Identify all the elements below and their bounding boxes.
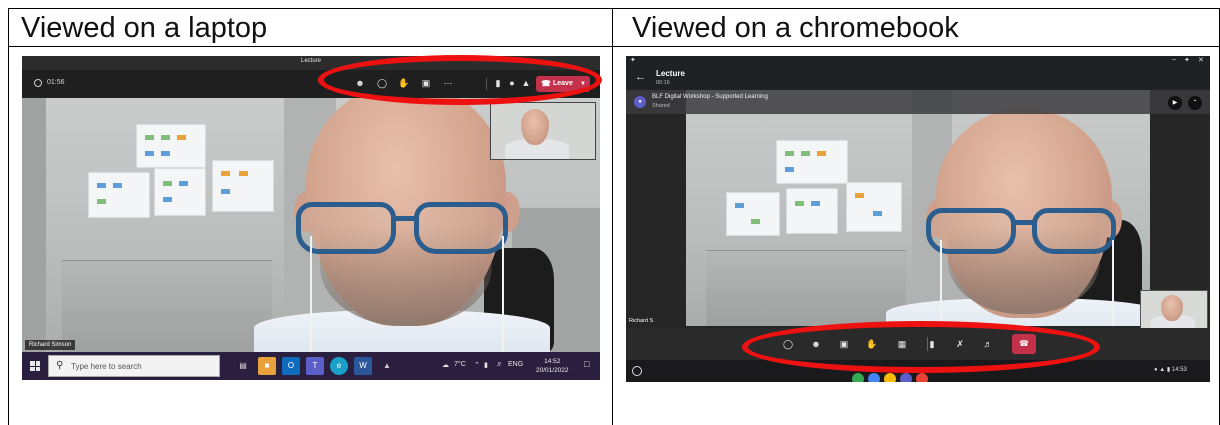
laptop-participant-name: Richard Simson	[25, 340, 76, 350]
notifications-icon[interactable]: □	[584, 359, 589, 369]
outlook-icon[interactable]: O	[282, 357, 300, 375]
taskbar-time: 14:52	[544, 358, 561, 365]
app-icon[interactable]: ▲	[378, 357, 396, 375]
play-icon[interactable]: ▶	[1168, 96, 1182, 110]
chromebook-column-heading: Viewed on a chromebook	[632, 12, 959, 44]
temperature-readout: 7°C	[454, 361, 466, 368]
launcher-icon[interactable]	[632, 366, 642, 376]
table-column-divider	[612, 8, 613, 425]
taskbar-search-placeholder: Type here to search	[71, 362, 142, 371]
status-icons: ● ▲ ▮	[1154, 367, 1172, 373]
shared-content-title: BLF Digital Workshop - Supported Learnin…	[652, 94, 768, 100]
laptop-screenshot: Lecture 01:56 ☻ ◯ ✋ ▣ ⋯ ▮ ● ▲ ☎ Leave ▼	[22, 56, 600, 380]
laptop-column-heading: Viewed on a laptop	[21, 12, 268, 44]
tray-chevron-up-icon[interactable]: ⌃	[474, 361, 480, 369]
windows-taskbar: ⚲ Type here to search ▤ ■ O T e W ▲ ☁ 7°…	[22, 352, 600, 380]
chromebook-self-view[interactable]	[1140, 290, 1208, 330]
self-view-head	[521, 109, 549, 145]
windows-start-icon[interactable]	[30, 361, 40, 371]
wall-poster	[846, 182, 902, 232]
weather-icon[interactable]: ☁	[442, 361, 449, 369]
wall-poster	[88, 172, 150, 218]
annotation-ellipse-chromebook-toolbar	[742, 321, 1100, 373]
word-icon[interactable]: W	[354, 357, 372, 375]
filing-cabinet	[62, 260, 272, 352]
wall-edge	[22, 98, 46, 352]
glasses-lens-right	[1032, 208, 1116, 254]
restore-icon[interactable]: ✦	[1184, 56, 1190, 64]
taskbar-date: 20/01/2022	[536, 367, 569, 374]
chromebook-participant-name: Richard S	[629, 318, 654, 324]
task-view-icon[interactable]: ▤	[234, 357, 252, 375]
chromebook-window-bar: ✦ – ✦ ✕	[626, 56, 1210, 66]
wall-poster	[212, 160, 274, 212]
laptop-self-view[interactable]	[490, 102, 596, 160]
back-arrow-icon[interactable]: ←	[635, 71, 646, 83]
earphone-wire	[1112, 240, 1114, 326]
wall-poster	[786, 188, 838, 234]
filing-cabinet	[706, 250, 906, 326]
chromebook-share-banner: ● BLF Digital Workshop - Supported Learn…	[626, 90, 1210, 114]
earphone-wire	[940, 240, 942, 326]
laptop-meeting-timer: 01:56	[47, 79, 65, 86]
shelf-app-icon[interactable]	[900, 373, 912, 382]
file-explorer-icon[interactable]: ■	[258, 357, 276, 375]
teams-icon[interactable]: T	[306, 357, 324, 375]
language-indicator[interactable]: ENG	[508, 361, 523, 368]
glasses-bridge	[1014, 220, 1034, 225]
presenter-avatar-icon: ●	[634, 96, 646, 108]
close-icon[interactable]: ✕	[1198, 56, 1204, 64]
table-header-divider	[8, 46, 1220, 47]
earphone-wire	[310, 236, 312, 352]
shelf-app-icon[interactable]	[852, 373, 864, 382]
wall-poster	[136, 124, 206, 168]
edge-icon[interactable]: e	[330, 357, 348, 375]
chromebook-meeting-header: ← Lecture 00:16	[626, 66, 1210, 90]
wall-poster	[154, 168, 206, 216]
annotation-ellipse-laptop-toolbar	[318, 55, 602, 105]
chromebook-meeting-timer: 00:16	[656, 80, 670, 86]
status-time: 14:53	[1171, 367, 1187, 373]
minimize-icon[interactable]: –	[1172, 56, 1176, 63]
shelf-app-icon[interactable]	[916, 373, 928, 382]
table-border-top	[8, 8, 1220, 9]
earphone-wire	[502, 236, 504, 352]
shared-content-status: Shared	[652, 103, 670, 109]
glasses-lens-right	[414, 202, 508, 254]
wall-poster	[776, 140, 848, 184]
chromebook-main-video	[686, 90, 1150, 326]
volume-icon[interactable]: ♬	[496, 361, 503, 368]
pin-icon[interactable]: ✦	[630, 56, 636, 64]
shelf-app-icon[interactable]	[868, 373, 880, 382]
network-icon[interactable]: ▮	[484, 361, 488, 369]
glasses-bridge	[394, 216, 416, 221]
taskbar-clock[interactable]: 14:52 20/01/2022	[536, 357, 569, 375]
table-border-left	[8, 8, 9, 425]
collapse-icon[interactable]: ⌃	[1188, 96, 1202, 110]
wall-poster	[726, 192, 780, 236]
shelf-app-icon[interactable]	[884, 373, 896, 382]
shield-icon	[34, 79, 42, 87]
chromeos-status-area[interactable]: ● ▲ ▮ 14:53	[1154, 366, 1187, 373]
taskbar-search-input[interactable]: ⚲ Type here to search	[48, 355, 220, 377]
search-icon: ⚲	[56, 360, 64, 371]
self-view-head	[1161, 295, 1183, 321]
chromebook-meeting-title: Lecture	[656, 69, 685, 78]
